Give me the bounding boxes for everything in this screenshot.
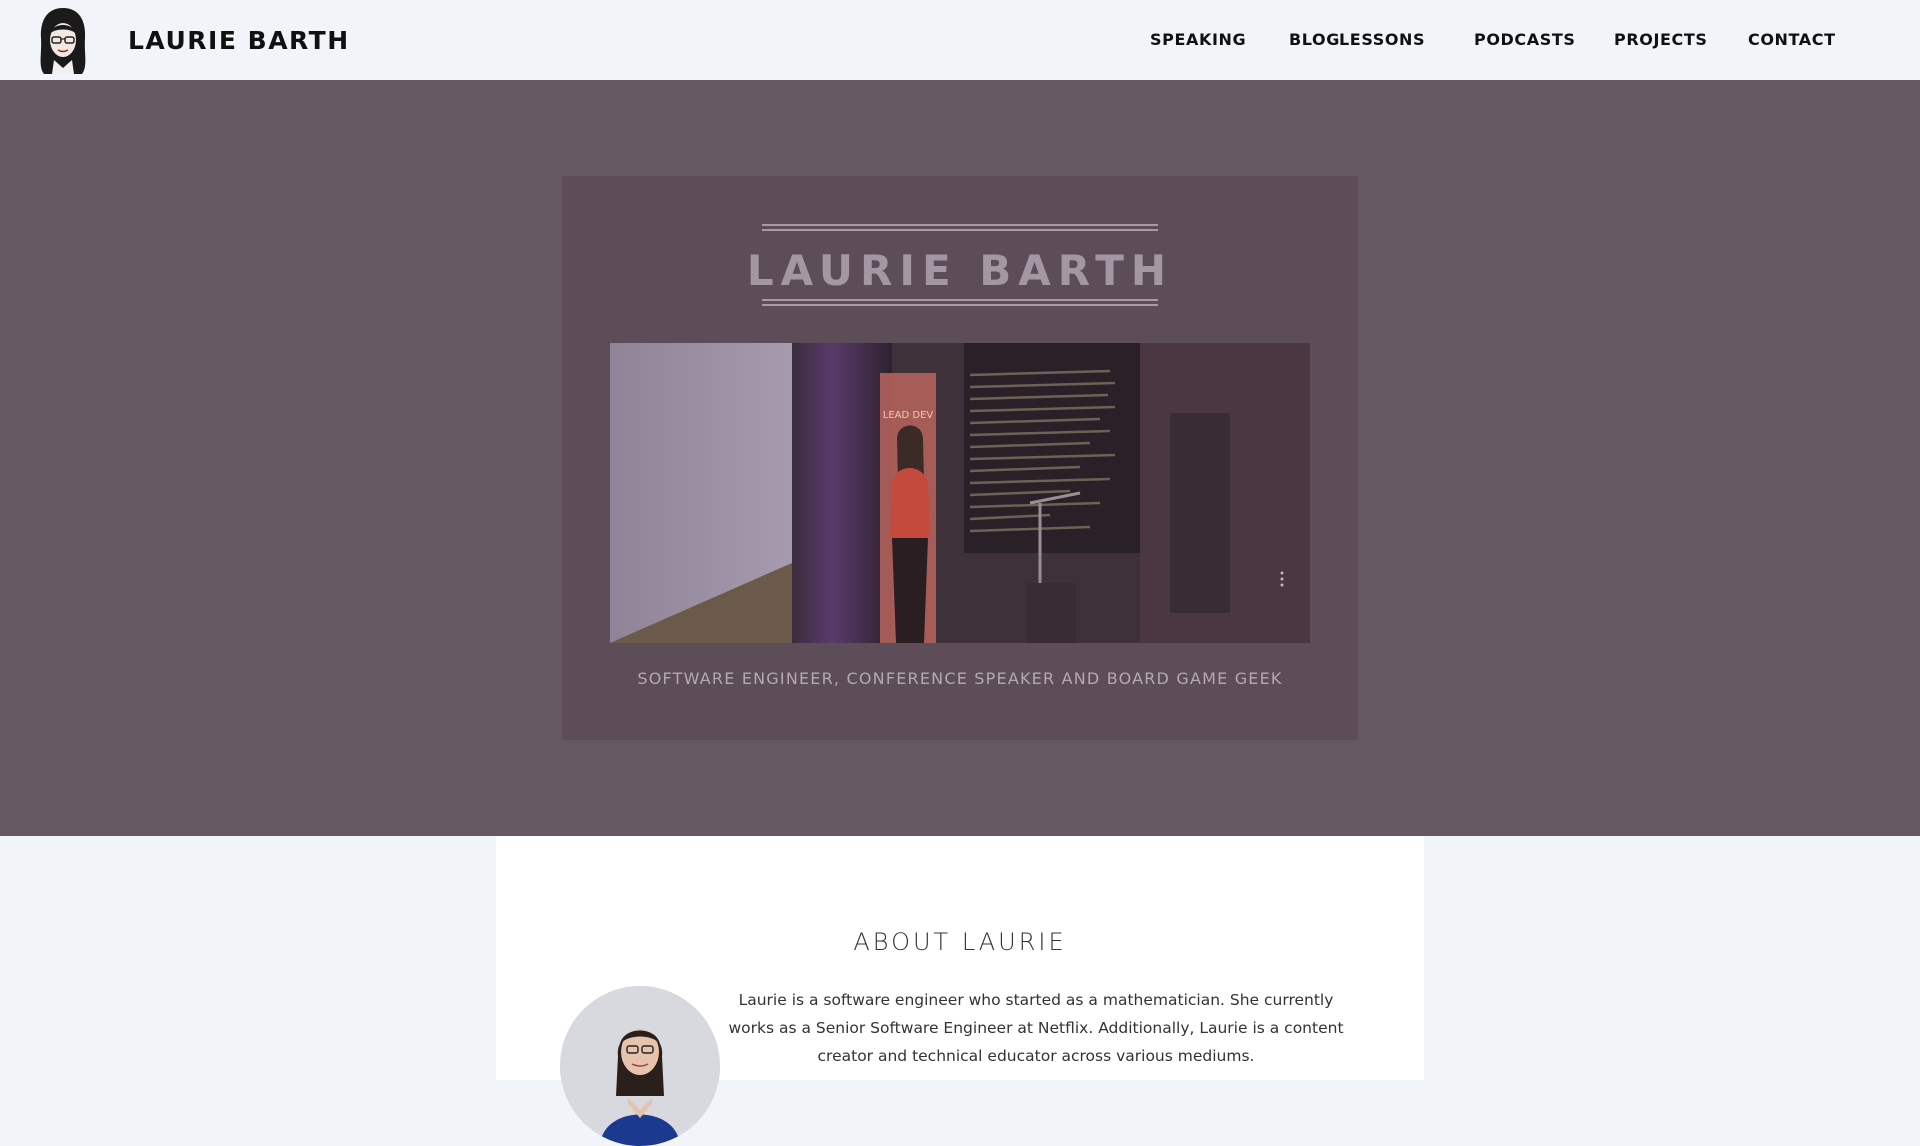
site-header: LAURIE BARTH SPEAKING BLOG LESSONS PODCA… bbox=[0, 0, 1920, 80]
about-text: Laurie is a software engineer who starte… bbox=[728, 991, 1344, 1065]
title-rule-bottom bbox=[762, 299, 1158, 301]
hero-title: LAURIE BARTH bbox=[746, 246, 1174, 295]
about-section: ABOUT LAURIE Laurie is a software engine… bbox=[496, 836, 1424, 1146]
nav-speaking[interactable]: SPEAKING bbox=[1150, 30, 1246, 49]
nav-projects[interactable]: PROJECTS bbox=[1614, 30, 1708, 49]
logo-avatar[interactable] bbox=[32, 4, 94, 76]
nav-podcasts[interactable]: PODCASTS bbox=[1474, 30, 1576, 49]
banner-text: LEAD DEV bbox=[883, 410, 934, 421]
nav-blog[interactable]: BLOG bbox=[1289, 30, 1340, 49]
title-rule-top-2 bbox=[762, 229, 1158, 231]
hero-speaking-photo: LEAD DEV bbox=[610, 343, 1310, 643]
nav-lessons[interactable]: LESSONS bbox=[1339, 30, 1425, 49]
about-portrait-photo bbox=[560, 986, 720, 1146]
hero-section: LAURIE BARTH LEAD DEV SOFTWARE ENGINEER,… bbox=[0, 80, 1920, 836]
nav-contact[interactable]: CONTACT bbox=[1748, 30, 1836, 49]
title-rule-top bbox=[762, 224, 1158, 226]
about-heading: ABOUT LAURIE bbox=[853, 928, 1067, 956]
hero-tagline: SOFTWARE ENGINEER, CONFERENCE SPEAKER AN… bbox=[637, 669, 1283, 688]
hero-card: LAURIE BARTH LEAD DEV SOFTWARE ENGINEER,… bbox=[562, 176, 1358, 740]
title-rule-bottom-2 bbox=[762, 304, 1158, 306]
site-title[interactable]: LAURIE BARTH bbox=[128, 26, 350, 55]
